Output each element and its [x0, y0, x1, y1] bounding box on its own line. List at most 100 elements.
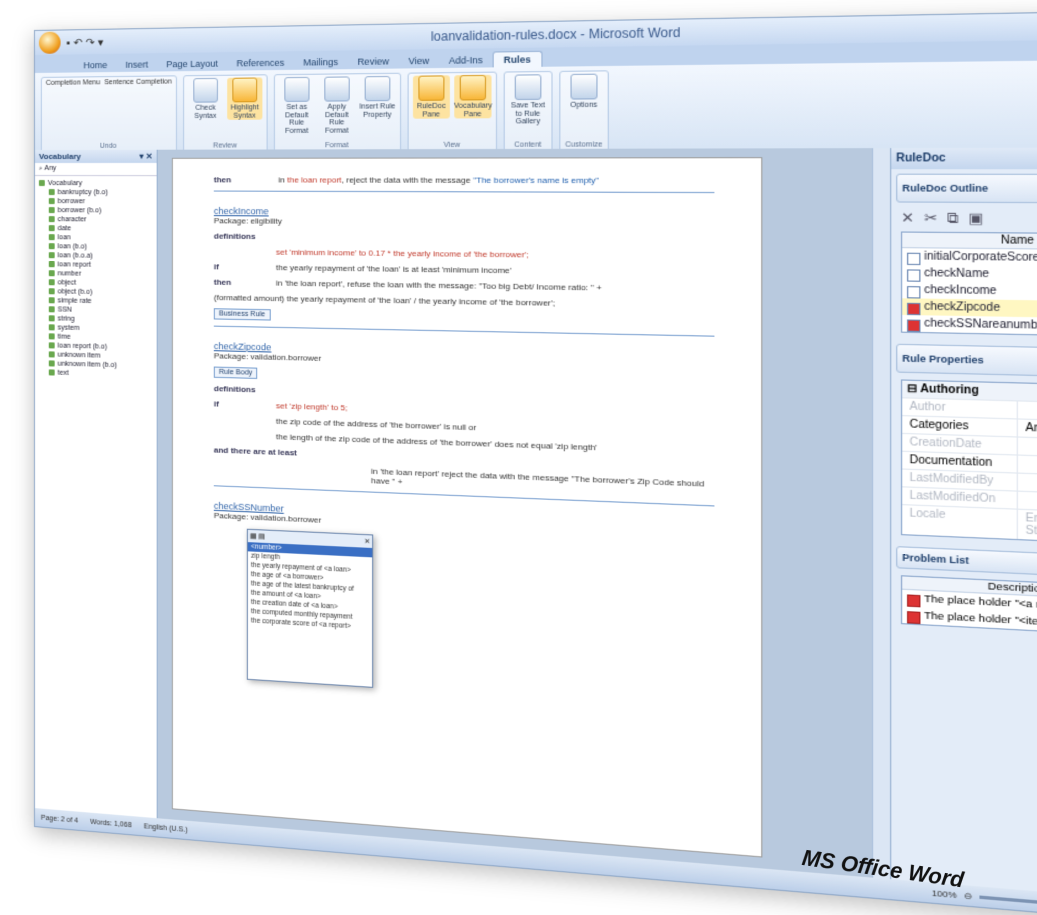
ribbon-button-label: Options — [570, 101, 598, 110]
vocabulary-item-label: bankruptcy (b.o) — [57, 189, 108, 197]
vocabulary-item[interactable]: text — [39, 368, 153, 380]
zoom-out-icon[interactable]: ⊖ — [964, 890, 972, 901]
ribbon-group: Options Customize — [559, 70, 609, 153]
vocabulary-item-icon — [48, 279, 55, 286]
vocabulary-item-icon — [48, 369, 55, 376]
property-row[interactable]: Locale English (United Sta — [902, 504, 1037, 545]
vocabulary-item-icon — [48, 360, 55, 367]
vocabulary-item-label: loan report — [57, 261, 91, 269]
ribbon-button-label: Apply Default Rule Format — [325, 103, 349, 135]
rule-condition: the yearly repayment of 'the loan' is at… — [275, 262, 512, 276]
vocabulary-item-icon — [48, 243, 55, 250]
ribbon-buttons: Check Syntax Highlight Syntax — [188, 77, 263, 142]
business-rule-badge: Business Rule — [213, 308, 271, 321]
outline-row[interactable]: checkSSNareanumber — [902, 315, 1037, 336]
ribbon-button-label: Insert Rule Property — [359, 103, 396, 119]
tab-review[interactable]: Review — [348, 54, 399, 69]
text: , reject the data with the message — [341, 175, 471, 185]
ribbon-button-icon — [364, 75, 391, 102]
status-page[interactable]: Page: 2 of 4 — [41, 814, 78, 824]
ribbon-group-title: Customize — [565, 141, 603, 149]
tab-add-ins[interactable]: Add-Ins — [439, 53, 493, 68]
vocabulary-tree: Vocabulary bankruptcy (b.o) borrower borrow… — [35, 176, 157, 383]
popup-toolbar-icons[interactable]: ▦ ▤ — [250, 532, 265, 541]
outline-title: RuleDoc Outline — [902, 182, 989, 194]
vocabulary-item-label: unknown item (b.o) — [57, 360, 117, 370]
ribbon-group: Check Syntax Highlight Syntax Review — [182, 74, 268, 153]
completion-popup[interactable]: ▦ ▤ ✕ <number> zip length the yearly repaym… — [246, 528, 374, 688]
vocabulary-item-icon — [48, 234, 55, 241]
pane-menu-icon[interactable]: ▾ ✕ — [140, 152, 153, 161]
zoom-slider[interactable] — [979, 894, 1037, 910]
ribbon-button-label: Highlight Syntax — [230, 104, 259, 120]
close-icon[interactable]: ✕ — [364, 537, 370, 546]
vocabulary-item-icon — [48, 198, 55, 205]
ribbon-button-icon — [459, 74, 486, 101]
vocabulary-item-label: system — [57, 324, 80, 332]
ribbon-group: Set as Default Rule Format Apply Default … — [273, 72, 401, 153]
properties-title: Rule Properties — [902, 352, 984, 366]
ribbon-button-label: Vocabulary Pane — [454, 102, 493, 119]
vocabulary-item-icon — [48, 297, 55, 304]
ribbon-button[interactable]: Vocabulary Pane — [454, 74, 493, 119]
ribbon-button[interactable]: Apply Default Rule Format — [319, 76, 355, 135]
ribbon-button[interactable]: Insert Rule Property — [359, 75, 396, 120]
rule-separator — [213, 190, 715, 194]
ribbon-button-icon — [324, 76, 350, 102]
document-scrollbar[interactable] — [871, 148, 891, 880]
vocabulary-item-label: text — [57, 369, 69, 377]
tab-home[interactable]: Home — [74, 58, 116, 73]
ribbon-group: RuleDoc Pane Vocabulary Pane View — [407, 71, 497, 153]
status-words[interactable]: Words: 1,068 — [90, 818, 132, 829]
ribbon-button[interactable]: Check Syntax — [188, 77, 223, 121]
vocabulary-item-label: loan report (b.o) — [57, 342, 108, 351]
property-name: Categories — [909, 418, 969, 433]
category-label: Authoring — [920, 383, 979, 398]
property-value[interactable]: English (United Sta — [1016, 509, 1037, 545]
tab-mailings[interactable]: Mailings — [294, 55, 348, 70]
paste-icon[interactable]: ▣ — [968, 210, 983, 228]
vocabulary-item-label: loan (b.o.a) — [57, 252, 93, 260]
word-window: ▪ ↶ ↷ ▾ loanvalidation-rules.docx - Micr… — [34, 10, 1037, 915]
vocabulary-item[interactable]: Vocabulary — [38, 179, 153, 188]
tab-page-layout[interactable]: Page Layout — [157, 56, 227, 71]
definitions-keyword: definitions — [213, 383, 256, 395]
vocabulary-item-label: number — [57, 270, 82, 278]
tab-references[interactable]: References — [227, 55, 294, 70]
outline-toolbar: ✕ ✂ ⧉ ▣ — [891, 207, 1037, 231]
ribbon-option[interactable]: Sentence Completion — [104, 78, 171, 86]
ribbon-option[interactable]: Completion Menu — [46, 79, 100, 87]
ribbon-button[interactable]: Highlight Syntax — [226, 77, 263, 121]
vocabulary-item-icon — [38, 180, 45, 187]
then-keyword: then — [213, 175, 232, 185]
status-language[interactable]: English (U.S.) — [144, 823, 188, 834]
vocabulary-item[interactable]: bankruptcy (b.o) — [39, 188, 153, 197]
ribbon: Completion Menu Sentence Completion Undo Ch… — [34, 59, 1037, 158]
vocabulary-item-label: time — [57, 333, 71, 341]
vocabulary-item-icon — [48, 189, 55, 196]
if-keyword: if — [213, 262, 219, 272]
vocabulary-title: Vocabulary — [38, 151, 81, 161]
tab-rules[interactable]: Rules — [492, 50, 543, 68]
vocabulary-filter[interactable]: ⌕ Any — [34, 162, 157, 177]
delete-icon[interactable]: ✕ — [901, 209, 914, 227]
completion-list: <number> zip length the yearly repayment o… — [247, 542, 373, 632]
ribbon-button[interactable]: Set as Default Rule Format — [279, 76, 315, 136]
ribbon-button[interactable]: Options — [565, 73, 603, 110]
tab-view[interactable]: View — [399, 53, 439, 68]
copy-icon[interactable]: ⧉ — [947, 209, 958, 227]
vocabulary-item-label: character — [57, 216, 87, 224]
stage: ▪ ↶ ↷ ▾ loanvalidation-rules.docx - Micr… — [0, 0, 1037, 915]
message-string: "The borrower's name is empty" — [473, 175, 599, 186]
ribbon-button[interactable]: RuleDoc Pane — [412, 75, 450, 120]
term: the loan report — [287, 175, 342, 185]
vocabulary-item-label: Vocabulary — [47, 180, 83, 188]
outline-rows: initialCorporateScore checkName checkIncom… — [902, 248, 1037, 336]
ribbon-buttons: Save Text to Rule Gallery — [509, 74, 547, 141]
ribbon-button[interactable]: Save Text to Rule Gallery — [509, 74, 547, 127]
document-page[interactable]: then in the loan report, reject the data… — [171, 157, 763, 858]
rule-separator — [213, 325, 715, 337]
vocabulary-item-icon — [48, 225, 55, 232]
cut-icon[interactable]: ✂ — [924, 209, 937, 227]
tab-insert[interactable]: Insert — [116, 57, 157, 72]
